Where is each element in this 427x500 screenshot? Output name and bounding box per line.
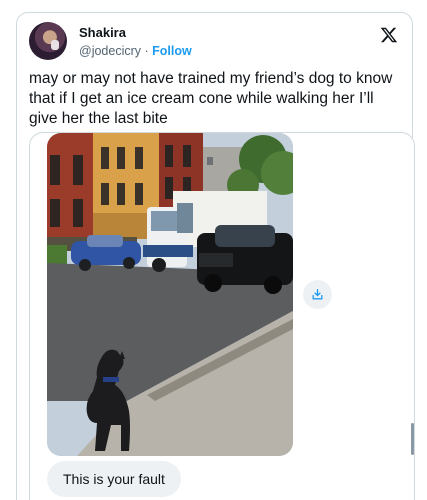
tweet-text: may or may not have trained my friend’s …	[29, 70, 393, 127]
author-name[interactable]: Shakira	[79, 25, 126, 40]
follow-button[interactable]: Follow	[152, 44, 192, 58]
save-button[interactable]	[303, 280, 332, 309]
author-handle[interactable]: @jodecicry	[79, 44, 141, 58]
avatar[interactable]	[29, 22, 67, 60]
tweet-card: Shakira @jodecicry · Follow may or may n…	[16, 12, 415, 500]
caption-bubble: This is your fault	[47, 461, 181, 497]
tweet-header: Shakira @jodecicry · Follow	[29, 22, 400, 62]
x-logo-icon[interactable]	[380, 26, 398, 44]
author-handle-row: @jodecicry · Follow	[79, 44, 192, 58]
save-download-icon	[312, 288, 323, 300]
photo-street-dog-illustration	[47, 133, 293, 456]
scrollbar-thumb[interactable]	[411, 423, 414, 455]
separator-dot: ·	[144, 44, 149, 58]
media-container: This is your fault	[29, 132, 415, 500]
attached-photo[interactable]	[47, 133, 293, 456]
